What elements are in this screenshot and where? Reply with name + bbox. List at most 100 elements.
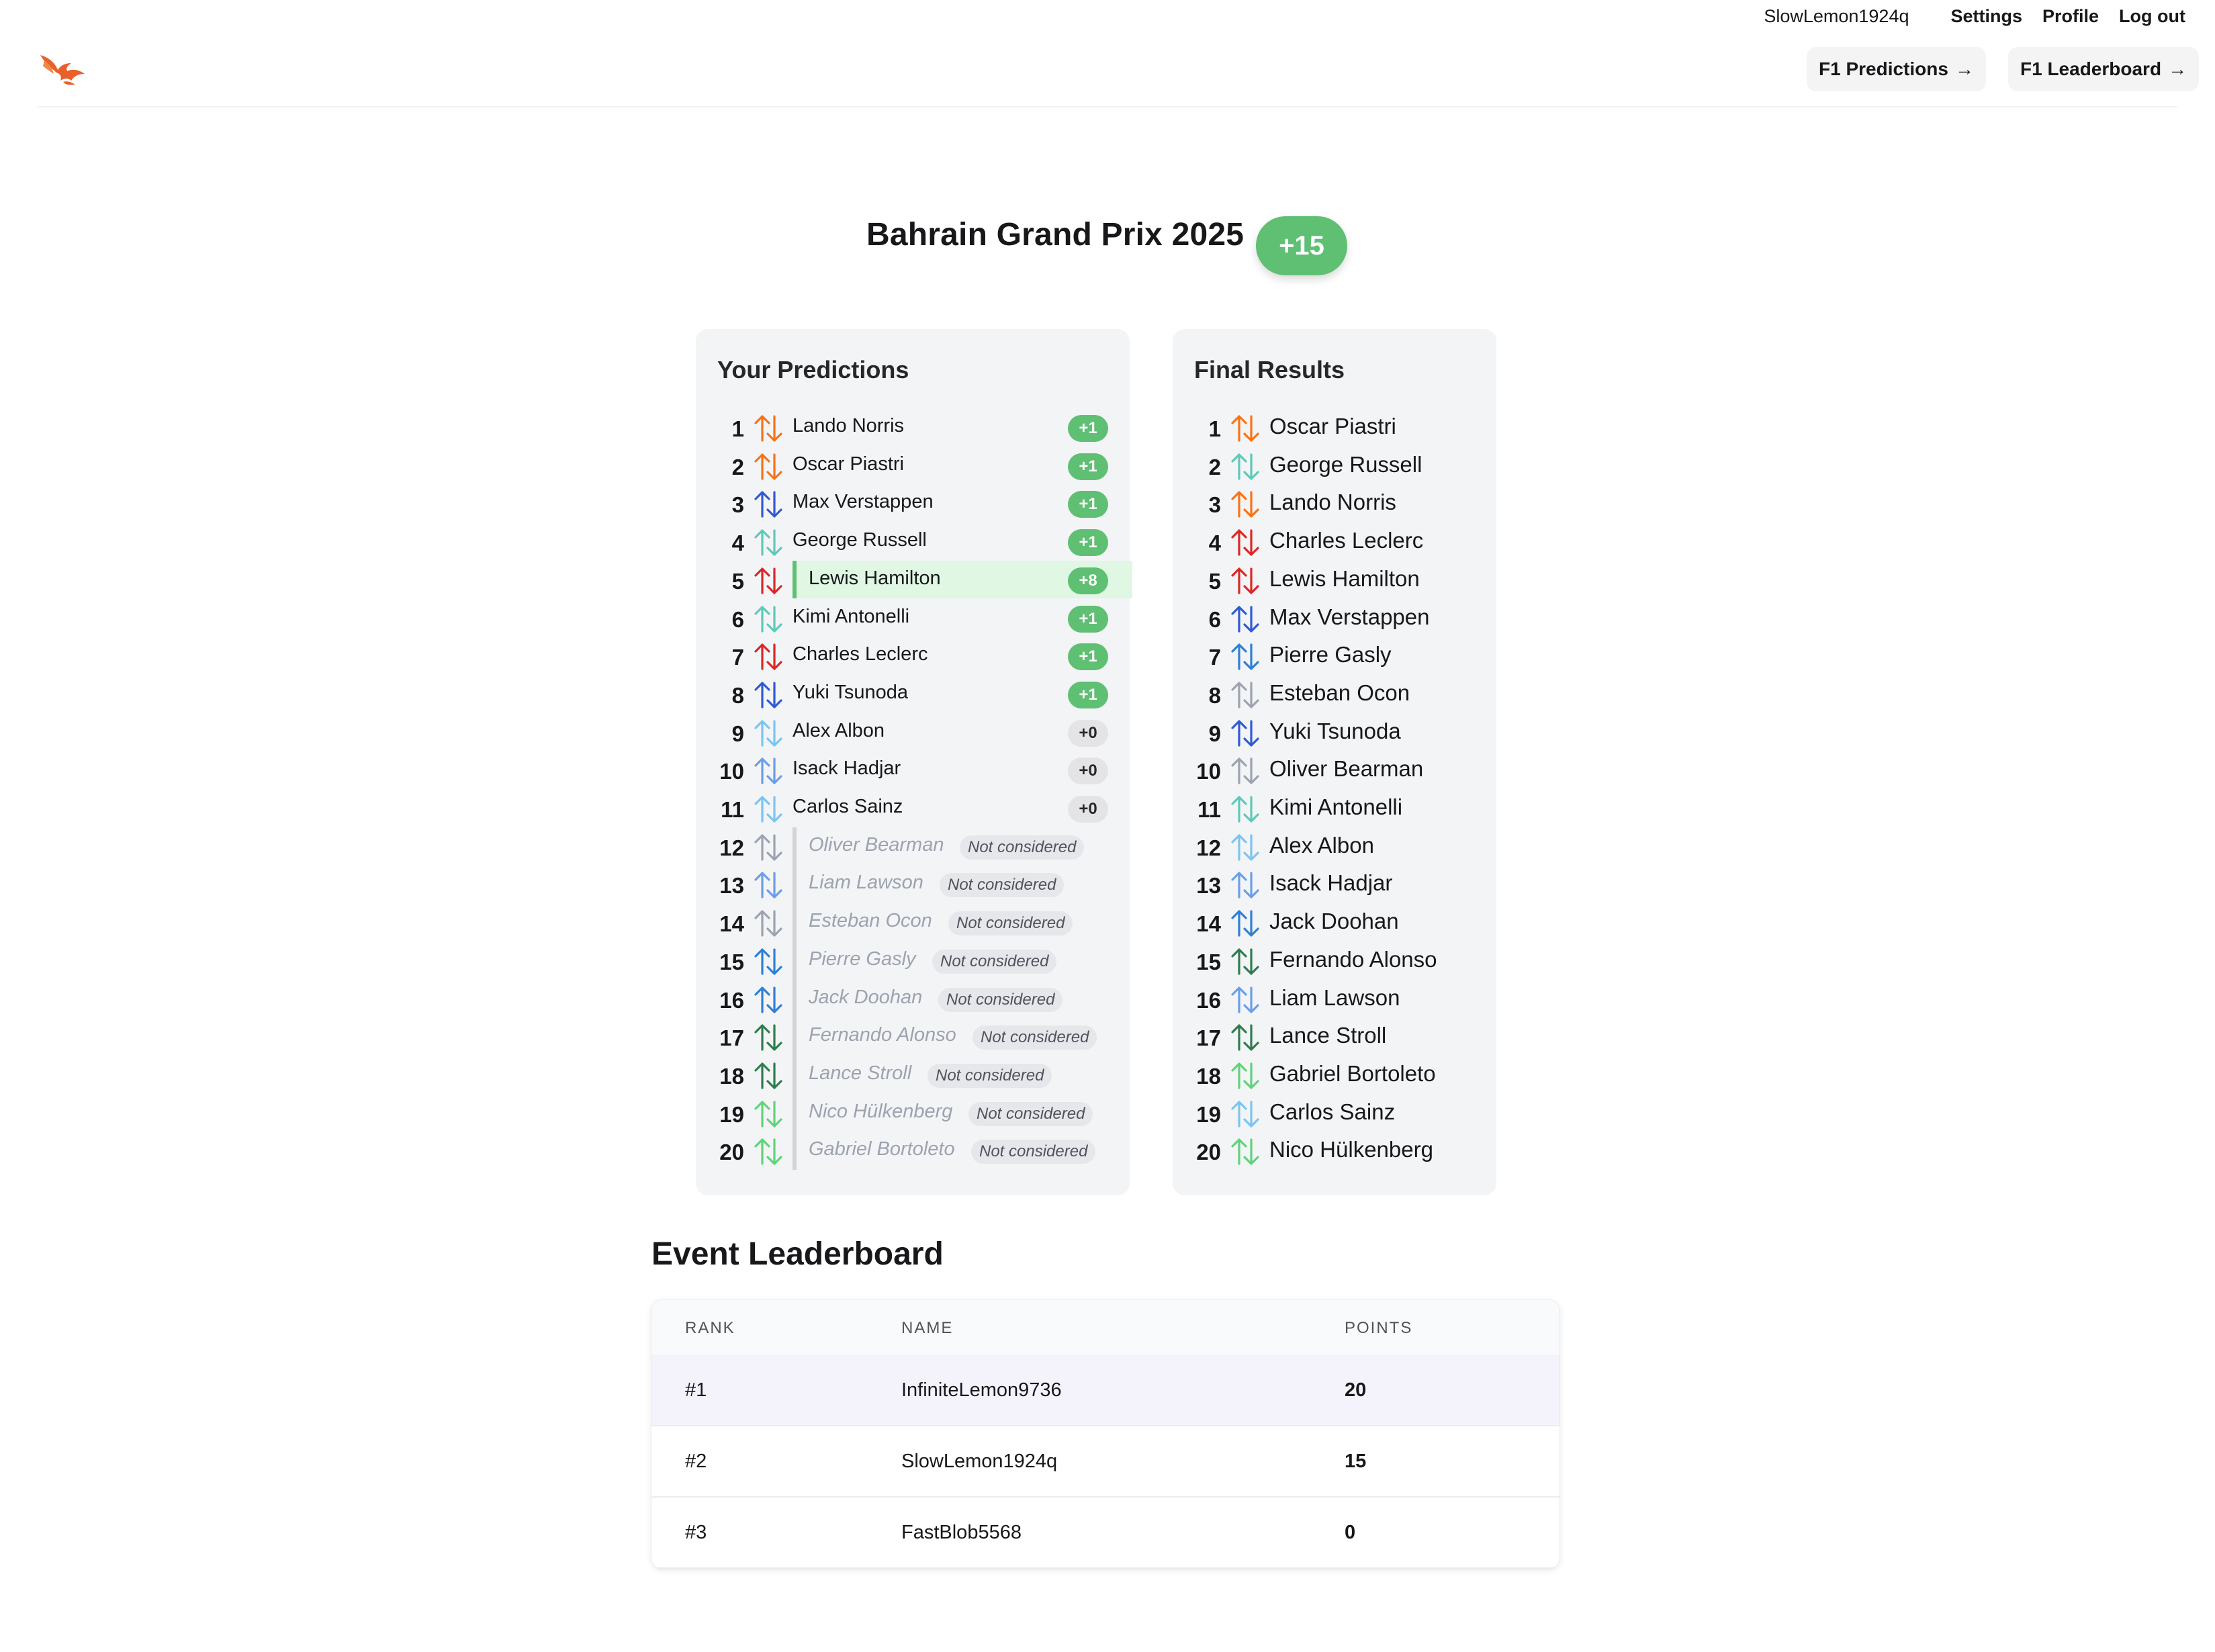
position-number: 12 (1196, 835, 1221, 860)
up-down-arrows-icon (1231, 567, 1259, 594)
driver-name: Jack Doohan (1269, 909, 1399, 934)
up-down-arrows-icon (754, 1024, 782, 1051)
driver-name: Pierre Gasly (1269, 642, 1392, 668)
position-number: 11 (721, 797, 744, 822)
not-considered-badge: Not considered (932, 949, 1057, 974)
arrow-right-icon: → (1954, 58, 1974, 79)
points-badge: +1 (1068, 529, 1108, 557)
not-considered-badge: Not considered (938, 987, 1063, 1012)
up-down-arrows-icon (754, 948, 782, 975)
result-row: 13 Isack Hadjar (1173, 865, 1496, 903)
up-down-arrows-icon (754, 491, 782, 518)
up-down-arrows-icon (754, 453, 782, 480)
driver-name: Fernando Alonso (1269, 946, 1437, 972)
driver-name: Pierre Gasly (809, 948, 916, 970)
name-cell: InfiniteLemon9736 (901, 1379, 1062, 1401)
prediction-row: 19 Nico Hülkenberg Not considered (696, 1094, 1130, 1132)
up-down-arrows-icon (754, 834, 782, 861)
f1-leaderboard-button[interactable]: F1 Leaderboard → (2008, 47, 2200, 91)
result-row: 17 Lance Stroll (1173, 1017, 1496, 1055)
position-number: 15 (1196, 949, 1221, 974)
driver-name: Oliver Bearman (1269, 756, 1424, 782)
position-number: 13 (719, 873, 744, 899)
up-down-arrows-icon (1231, 453, 1259, 480)
f1-predictions-label: F1 Predictions (1819, 58, 1948, 79)
prediction-row: 16 Jack Doohan Not considered (696, 980, 1130, 1017)
column-points: POINTS (1345, 1319, 1413, 1337)
phoenix-logo-icon[interactable] (38, 51, 87, 87)
position-number: 18 (719, 1063, 744, 1089)
up-down-arrows-icon (754, 986, 782, 1013)
logout-link[interactable]: Log out (2119, 6, 2185, 27)
not-considered-badge: Not considered (973, 1025, 1097, 1050)
not-considered-badge: Not considered (940, 873, 1065, 898)
result-row: 8 Esteban Ocon (1173, 675, 1496, 713)
driver-name: Yuki Tsunoda (1269, 718, 1401, 743)
position-number: 6 (1208, 606, 1221, 632)
position-number: 14 (719, 911, 744, 937)
up-down-arrows-icon (1231, 1024, 1259, 1051)
driver-name: Isack Hadjar (1269, 870, 1393, 896)
results-heading: Final Results (1194, 356, 1345, 383)
position-number: 19 (719, 1101, 744, 1127)
driver-name: Carlos Sainz (1269, 1099, 1396, 1124)
points-badge: +1 (1068, 491, 1108, 518)
settings-link[interactable]: Settings (1950, 6, 2022, 27)
result-row: 14 Jack Doohan (1173, 903, 1496, 941)
result-row: 20 Nico Hülkenberg (1173, 1132, 1496, 1169)
column-rank: RANK (685, 1319, 735, 1337)
prediction-row: 1 Lando Norris +1 (696, 408, 1130, 446)
table-row: #2 SlowLemon1924q 15 (651, 1426, 1559, 1498)
points-badge: +1 (1068, 415, 1108, 442)
driver-name: Charles Leclerc (1269, 528, 1424, 553)
position-number: 17 (719, 1025, 744, 1051)
position-number: 20 (719, 1140, 744, 1165)
up-down-arrows-icon (1231, 910, 1259, 937)
driver-name: George Russell (1269, 451, 1422, 477)
event-score-badge: +15 (1256, 216, 1347, 275)
driver-name: Alex Albon (793, 719, 885, 741)
position-number: 11 (1197, 797, 1221, 822)
user-bar: SlowLemon1924q Settings Profile Log out (1764, 0, 2185, 32)
up-down-arrows-icon (754, 719, 782, 747)
result-row: 4 Charles Leclerc (1173, 522, 1496, 560)
prediction-row: 8 Yuki Tsunoda +1 (696, 675, 1130, 713)
result-row: 19 Carlos Sainz (1173, 1094, 1496, 1132)
driver-name: Gabriel Bortoleto (1269, 1060, 1436, 1086)
driver-name: Liam Lawson (809, 872, 923, 894)
driver-name: Nico Hülkenberg (809, 1100, 953, 1122)
up-down-arrows-icon (754, 1062, 782, 1089)
driver-name: Carlos Sainz (793, 796, 903, 817)
result-row: 2 George Russell (1173, 447, 1496, 484)
prediction-row: 2 Oscar Piastri +1 (696, 447, 1130, 484)
position-number: 1 (731, 416, 744, 441)
not-considered-badge: Not considered (928, 1063, 1052, 1088)
position-number: 3 (1208, 492, 1221, 518)
name-cell: FastBlob5568 (901, 1522, 1022, 1543)
up-down-arrows-icon (754, 682, 782, 708)
profile-link[interactable]: Profile (2042, 6, 2099, 27)
points-badge: +0 (1068, 796, 1108, 823)
driver-name: Liam Lawson (1269, 984, 1400, 1010)
position-number: 3 (731, 492, 744, 518)
prediction-row: 14 Esteban Ocon Not considered (696, 903, 1130, 941)
driver-name: Lewis Hamilton (1269, 565, 1420, 591)
up-down-arrows-icon (1231, 605, 1259, 633)
rank-cell: #2 (685, 1451, 707, 1472)
driver-name: Lando Norris (1269, 490, 1396, 515)
driver-name: Alex Albon (1269, 832, 1374, 858)
position-number: 7 (1208, 645, 1221, 670)
position-number: 4 (1208, 531, 1221, 556)
prediction-row: 6 Kimi Antonelli +1 (696, 599, 1130, 637)
event-title: Bahrain Grand Prix 2025 (866, 217, 1245, 253)
points-badge: +1 (1068, 453, 1108, 480)
result-row: 12 Alex Albon (1173, 827, 1496, 865)
name-cell: SlowLemon1924q (901, 1451, 1058, 1472)
driver-name: Kimi Antonelli (793, 605, 910, 627)
prediction-row: 13 Liam Lawson Not considered (696, 865, 1130, 903)
f1-predictions-button[interactable]: F1 Predictions → (1807, 47, 1986, 91)
driver-name: Nico Hülkenberg (1269, 1137, 1433, 1162)
up-down-arrows-icon (1231, 1062, 1259, 1089)
driver-name: Max Verstappen (1269, 604, 1430, 629)
not-considered-badge: Not considered (968, 1101, 1093, 1126)
